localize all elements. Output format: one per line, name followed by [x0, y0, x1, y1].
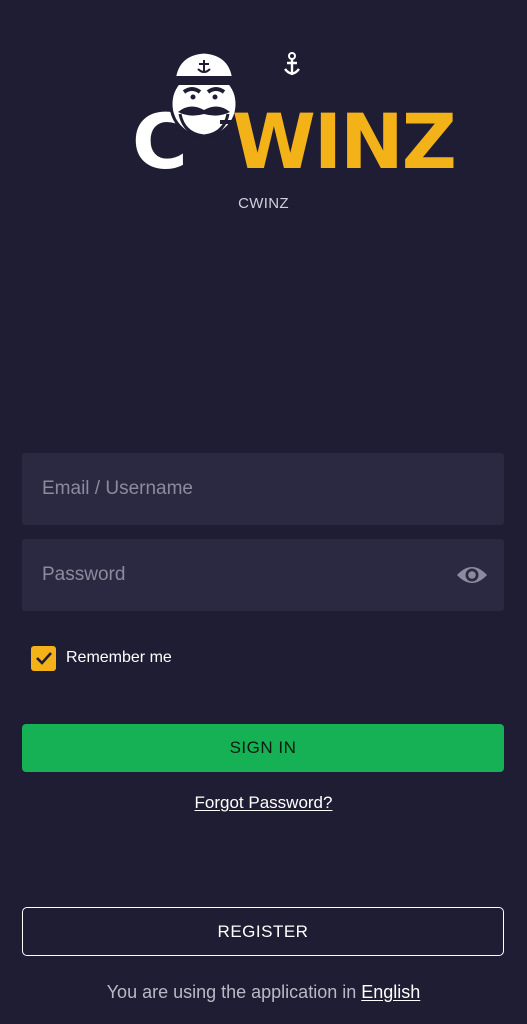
forgot-password-container: Forgot Password?	[0, 793, 527, 813]
logo-letters-winz: WINZ	[232, 97, 457, 186]
password-input[interactable]	[22, 539, 504, 611]
password-field-container	[22, 539, 504, 611]
register-button[interactable]: REGISTER	[22, 907, 504, 956]
app-logo: C WINZ	[132, 48, 457, 180]
language-notice-text: You are using the application in	[106, 982, 362, 1002]
anchor-icon	[284, 52, 300, 75]
brand-caption: CWINZ	[238, 195, 289, 212]
remember-me-checkbox[interactable]	[31, 645, 56, 671]
sign-in-button[interactable]: SIGN IN	[22, 724, 504, 772]
remember-me-toggle[interactable]: Remember me	[31, 645, 172, 671]
check-icon	[35, 652, 52, 665]
language-notice: You are using the application in English	[0, 982, 527, 1003]
eye-icon[interactable]	[456, 563, 488, 587]
email-field-container	[22, 453, 504, 525]
remember-me-label: Remember me	[66, 649, 172, 666]
language-link[interactable]: English	[361, 982, 420, 1002]
email-username-input[interactable]	[22, 453, 504, 525]
forgot-password-link[interactable]: Forgot Password?	[195, 793, 333, 812]
